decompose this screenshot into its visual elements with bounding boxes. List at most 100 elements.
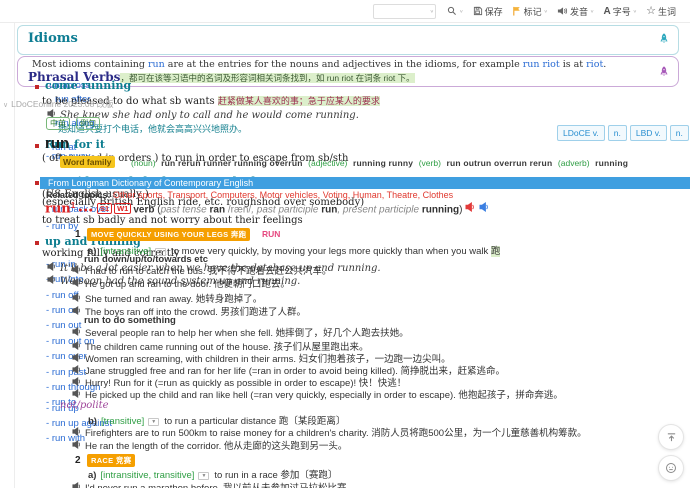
- example-row: I had to run to catch the bus. 我不得不跑着去赶公…: [72, 263, 332, 277]
- pronounce-button[interactable]: 发音 ∨: [557, 5, 594, 18]
- idioms-note-text: is at: [560, 59, 586, 70]
- speaker-icon: [557, 6, 568, 16]
- verb-form: run: [318, 204, 337, 215]
- tab-ldoce-noun[interactable]: n.: [608, 125, 627, 141]
- run-riot-link[interactable]: run riot: [523, 59, 560, 70]
- chevron-down-icon: ∨: [633, 9, 637, 14]
- topic-link[interactable]: Voting: [323, 190, 353, 200]
- search-dropdown-icon[interactable]: ∨: [430, 9, 434, 14]
- feedback-button[interactable]: [658, 455, 684, 481]
- form-label: , past participle: [251, 204, 318, 215]
- flag-icon: [512, 6, 522, 16]
- arrow-up-icon: [666, 432, 677, 443]
- search-input[interactable]: [373, 4, 436, 19]
- example-row: Firefighters are to run 500km to raise m…: [72, 425, 587, 439]
- word-family-words[interactable]: run outrun overrun rerun: [444, 158, 555, 168]
- speaker-icon[interactable]: [72, 327, 81, 339]
- pronounce-label: 发音: [570, 5, 588, 18]
- zh-en-toggle-button[interactable]: 中英: [46, 117, 70, 130]
- frequency-dots: ●●●: [78, 207, 94, 214]
- rocket-jump-icon[interactable]: [659, 32, 669, 45]
- idioms-note-text: are at the entries for the nouns and adj…: [165, 59, 523, 70]
- topic-link[interactable]: Transport: [167, 190, 210, 200]
- save-button[interactable]: 保存: [473, 5, 503, 18]
- dictionary-tabs: LDoCE v. n. LBD v. n. All: [557, 125, 690, 141]
- top-toolbar: ∨ ∨ 保存 标记 ∨ 发音 ∨ A 字号 ∨ ☆ 生词: [0, 0, 690, 23]
- examples-toggle-button[interactable]: 例句: [76, 117, 100, 130]
- register-label: not/polite: [60, 400, 109, 411]
- speaker-icon[interactable]: [72, 306, 81, 318]
- topic-link[interactable]: Human: [353, 190, 387, 200]
- back-to-top-button[interactable]: [658, 424, 684, 450]
- phrasal-verbs-header-zh: ，都可在该等习语中的名词及形容词相关词条找到，如 run riot 在词条 ri…: [120, 73, 414, 83]
- part-of-speech: verb: [133, 204, 154, 215]
- example-row: She turned and ran away. 她转身跑掉了。: [72, 291, 262, 305]
- font-size-label: 字号: [613, 5, 631, 18]
- related-topics: Related topics: Other sportsTransportCom…: [46, 190, 453, 200]
- word-family-words[interactable]: running: [593, 158, 629, 168]
- definition-text: to move very quickly, by moving your leg…: [171, 246, 491, 257]
- speaker-icon[interactable]: [72, 278, 81, 290]
- example-text: He got up and ran to the door. 他便朝门口跑去。: [85, 279, 290, 290]
- feedback-face-icon: [665, 462, 677, 474]
- speaker-icon[interactable]: [72, 389, 81, 401]
- topic-link[interactable]: Other sports: [113, 190, 167, 200]
- topic-link[interactable]: Clothes: [423, 190, 454, 200]
- riot-link[interactable]: riot: [586, 59, 603, 70]
- entry-line: run1●●●S1W1verb (past tense ran /ræn/, p…: [45, 201, 493, 216]
- tab-lbd-verb[interactable]: LBD v.: [630, 125, 667, 141]
- idioms-note-text: .: [603, 59, 606, 70]
- frequency-badge-s1: S1: [97, 203, 112, 214]
- topic-link[interactable]: Theatre: [387, 190, 423, 200]
- example-row: He picked up the child and ran like hell…: [72, 387, 563, 401]
- sense-signpost-badge: RACE 竞赛: [87, 454, 135, 467]
- idioms-section-box: Idioms: [17, 25, 679, 55]
- mark-button[interactable]: 标记 ∨: [512, 5, 548, 18]
- topic-link[interactable]: Computers: [211, 190, 260, 200]
- word-family-words[interactable]: running runny: [350, 158, 415, 168]
- chevron-down-icon: ∨: [544, 9, 548, 14]
- search-wrap: ∨: [373, 4, 436, 19]
- tab-ldoce-verb[interactable]: LDoCE v.: [557, 125, 605, 141]
- dictionary-app-window: ∨ ∨ 保存 标记 ∨ 发音 ∨ A 字号 ∨ ☆ 生词: [0, 0, 690, 488]
- collapse-icon[interactable]: ∨: [3, 102, 8, 109]
- lookup-button[interactable]: ∨: [447, 6, 463, 16]
- topic-link[interactable]: Motor vehicles: [260, 190, 323, 200]
- speaker-icon[interactable]: [72, 482, 81, 488]
- sense-signpost-badge: MOVE QUICKLY USING YOUR LEGS 奔跑: [87, 228, 250, 241]
- thesaurus-link[interactable]: RUN: [262, 229, 280, 239]
- speaker-icon-ame[interactable]: [479, 202, 489, 215]
- new-word-button[interactable]: ☆ 生词: [646, 5, 676, 18]
- word-family-words[interactable]: run rerun runner running overrun: [159, 158, 306, 168]
- verb-form: running: [419, 204, 459, 215]
- word-family-chip: Word family: [60, 156, 115, 168]
- verb-form: ran: [207, 204, 228, 215]
- tab-lbd-noun[interactable]: n.: [670, 125, 689, 141]
- font-size-button[interactable]: A 字号 ∨: [603, 5, 637, 18]
- left-divider: [14, 22, 15, 488]
- source-bar: From Longman Dictionary of Contemporary …: [40, 177, 690, 189]
- pos-label: (adjective): [308, 158, 347, 168]
- speaker-icon-bre[interactable]: [465, 202, 475, 215]
- run-link[interactable]: run: [148, 59, 165, 70]
- rocket-jump-icon[interactable]: [659, 65, 669, 78]
- speaker-icon[interactable]: [47, 275, 56, 287]
- speaker-icon[interactable]: [72, 440, 81, 452]
- dictionary-source-label[interactable]: ∨LDoCEonline 2023.08 改版: [3, 98, 114, 110]
- bullet-icon: [35, 144, 39, 148]
- pos-label: (verb): [419, 158, 441, 168]
- example-text: She knew she had only to call and he wou…: [60, 110, 359, 121]
- speaker-icon[interactable]: [47, 262, 56, 274]
- bullet-icon: [35, 181, 39, 185]
- related-topics-label: Related topics:: [46, 190, 111, 200]
- idiom-headword[interactable]: come running: [45, 79, 131, 92]
- idioms-note-text: Most idioms containing: [32, 59, 148, 70]
- idioms-section-title: Idioms: [28, 31, 78, 46]
- example-text: I'd never run a marathon before. 我以前从未参加…: [85, 483, 347, 488]
- star-icon: ☆: [646, 6, 656, 16]
- definition-zh: 跑: [491, 246, 501, 257]
- font-size-icon: A: [603, 6, 610, 17]
- form-label: past tense: [161, 204, 207, 215]
- expand-icon[interactable]: ▼: [198, 472, 209, 480]
- pos-label: (noun): [131, 158, 156, 168]
